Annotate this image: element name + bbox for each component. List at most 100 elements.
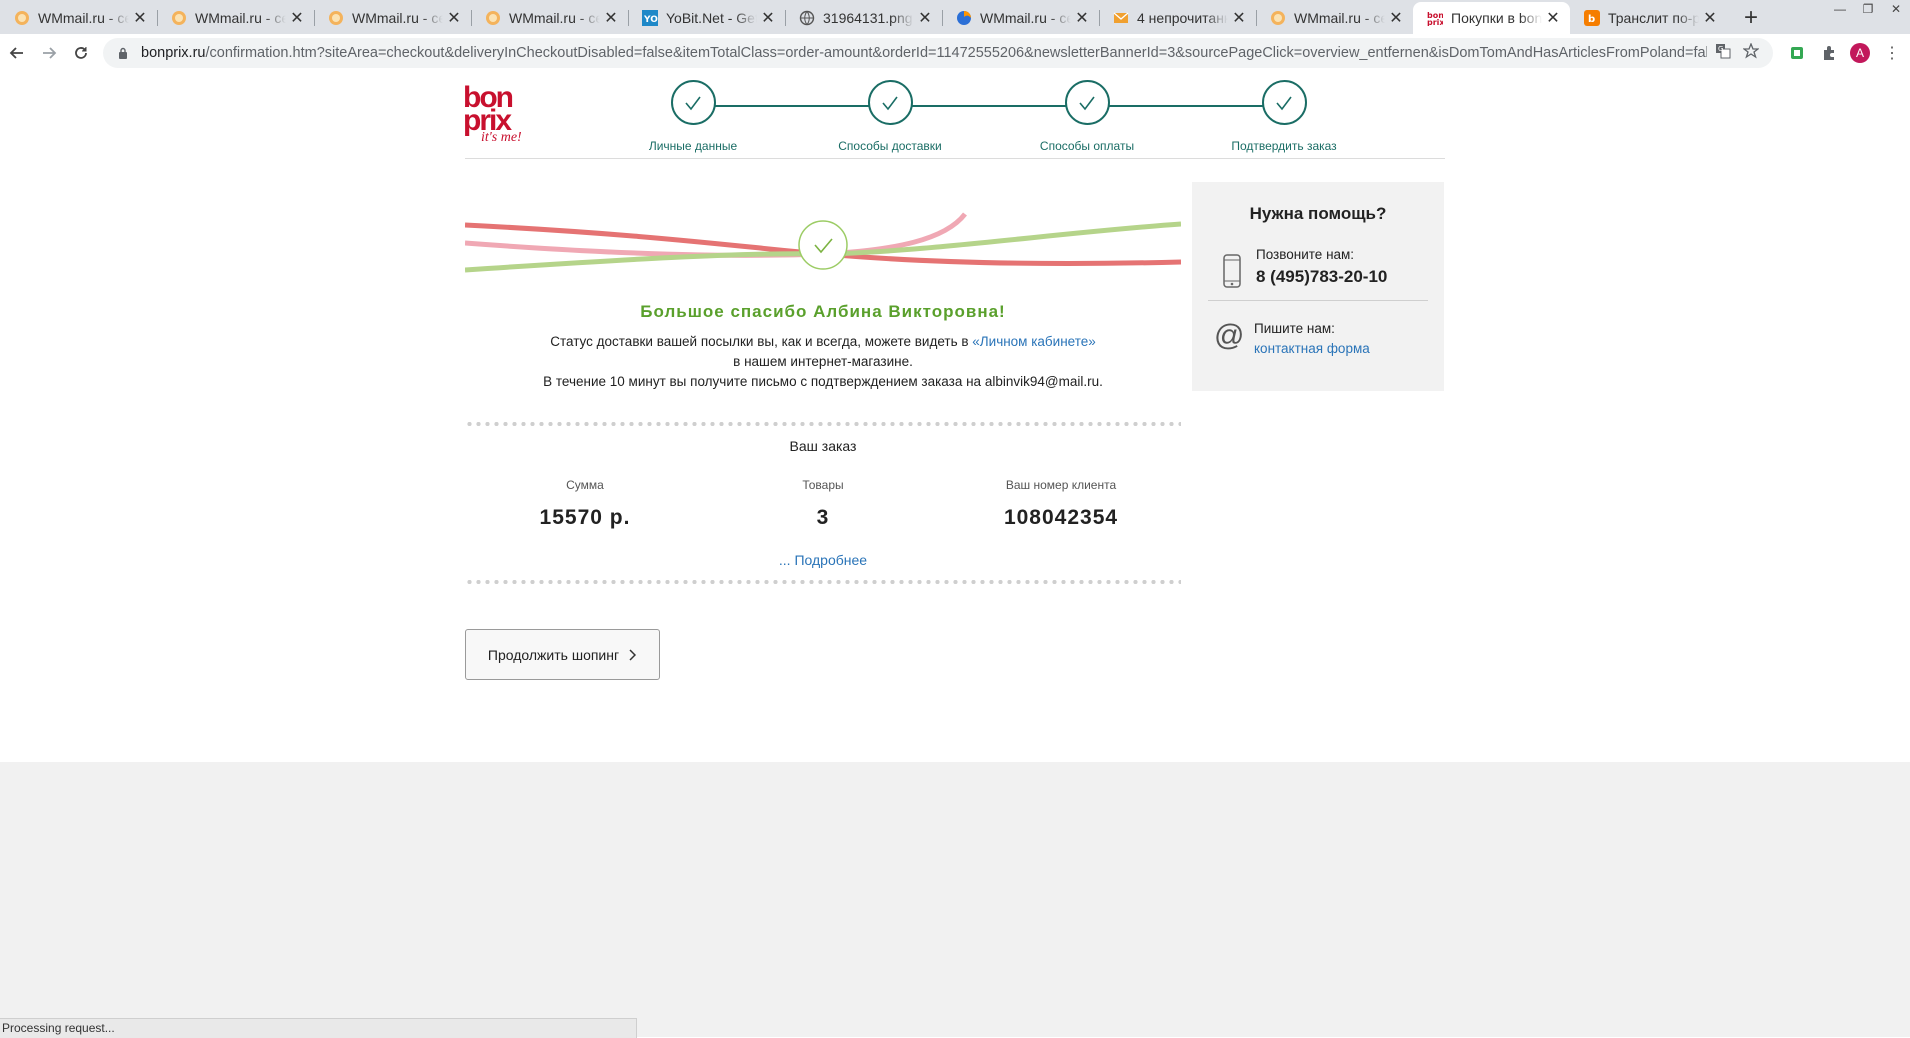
svg-text:G: G [1718, 45, 1723, 53]
order-sum-label: Сумма [566, 478, 604, 492]
browser-tabstrip: WMmail.ru - серв✕WMmail.ru - серв✕WMmail… [0, 0, 1910, 34]
close-tab-icon[interactable]: ✕ [286, 8, 308, 28]
logo-prix: prix [463, 104, 512, 137]
back-icon[interactable] [4, 40, 30, 66]
status-text-2: в нашем интернет-магазине. [733, 354, 913, 369]
tab-title: 31964131.png (5 [823, 10, 914, 26]
tab[interactable]: WMmail.ru - серв✕ [471, 2, 628, 34]
header-divider [465, 158, 1445, 159]
wmmail-favicon-icon [1270, 10, 1286, 26]
bookmark-star-icon[interactable] [1742, 41, 1760, 64]
forward-icon[interactable] [36, 40, 62, 66]
tab[interactable]: 4 непрочитанные✕ [1099, 2, 1256, 34]
tab[interactable]: WMmail.ru - серв✕ [1256, 2, 1413, 34]
close-window-icon[interactable]: ✕ [1882, 0, 1910, 18]
tab-title: 4 непрочитанные [1137, 10, 1228, 26]
page-content [0, 72, 1910, 762]
dotted-divider-bottom [465, 580, 1181, 584]
svg-text:YO: YO [643, 15, 658, 25]
close-tab-icon[interactable]: ✕ [914, 8, 936, 28]
step-label: Личные данные [648, 139, 738, 153]
contact-form-link[interactable]: контактная форма [1254, 341, 1370, 356]
new-tab-button[interactable]: + [1744, 4, 1758, 32]
order-details-link[interactable]: ... Подробнее [465, 552, 1181, 568]
confirmation-hero-graphic [465, 212, 1181, 273]
close-tab-icon[interactable]: ✕ [757, 8, 779, 28]
tab[interactable]: WMmail.ru - серв✕ [157, 2, 314, 34]
globe-icon [799, 10, 815, 26]
status-text: Статус доставки вашей посылки вы, как и … [550, 334, 973, 349]
svg-text:b: b [1588, 14, 1595, 25]
url-text: bonprix.ru/confirmation.htm?siteArea=che… [141, 45, 1707, 61]
tab-active[interactable]: bonprix Покупки в bonpr✕ [1413, 2, 1570, 34]
wmmail-favicon-icon [485, 10, 501, 26]
tab[interactable]: b Транслит по-рус✕ [1570, 2, 1727, 34]
restore-icon[interactable]: ❐ [1854, 0, 1882, 18]
wmmail-favicon-icon [328, 10, 344, 26]
continue-shopping-button[interactable]: Продолжить шопинг [465, 629, 660, 680]
order-sum-value: 15570 р. [539, 506, 631, 529]
tab-title: WMmail.ru - серв [195, 10, 286, 26]
tab[interactable]: 31964131.png (5✕ [785, 2, 942, 34]
hero-check-circle [798, 220, 848, 270]
email-notice-text: В течение 10 минут вы получите письмо с … [543, 374, 985, 389]
close-tab-icon[interactable]: ✕ [1071, 8, 1093, 28]
order-items-label: Товары [802, 478, 844, 492]
client-number-value: 108042354 [1003, 506, 1119, 529]
checkout-step: Способы доставки [810, 80, 970, 153]
order-summary-title: Ваш заказ [789, 438, 857, 454]
close-tab-icon[interactable]: ✕ [1385, 8, 1407, 28]
menu-kebab-icon[interactable]: ⋮ [1882, 43, 1902, 63]
checkout-steps: Личные данные Способы доставки Способы опл… [630, 80, 1337, 154]
url-host: bonprix.ru [141, 45, 206, 61]
close-tab-icon[interactable]: ✕ [1542, 8, 1564, 28]
logo-slogan: it's me! [481, 130, 522, 145]
checkout-step: Способы оплаты [1007, 80, 1167, 153]
extensions-puzzle-icon[interactable] [1819, 43, 1839, 63]
dotted-divider-top [465, 422, 1181, 426]
window-controls: — ❐ ✕ [1826, 0, 1910, 18]
close-tab-icon[interactable]: ✕ [600, 8, 622, 28]
order-items: Товары 3 [703, 478, 943, 530]
lock-icon [119, 47, 127, 59]
bonprix-logo[interactable]: bon prix it's me! [463, 83, 533, 150]
close-tab-icon[interactable]: ✕ [129, 8, 151, 28]
extension-green-icon[interactable] [1787, 43, 1807, 63]
continue-shopping-label: Продолжить шопинг [487, 646, 620, 663]
address-bar[interactable]: bonprix.ru/confirmation.htm?siteArea=che… [103, 38, 1773, 68]
customer-email: albinvik94@mail.ru [984, 374, 1100, 389]
help-phone-number[interactable]: 8 (495)783-20-10 [1256, 267, 1387, 287]
step-complete-icon [1261, 80, 1307, 125]
tab-title: WMmail.ru - серв [980, 10, 1071, 26]
tab[interactable]: WMmail.ru - серв✕ [314, 2, 471, 34]
tab-title: WMmail.ru - серв [509, 10, 600, 26]
checkout-step: Личные данные [613, 80, 773, 153]
step-label: Способы оплаты [1039, 139, 1135, 153]
bonprix-favicon-icon: bon prix [1427, 10, 1443, 26]
minimize-icon[interactable]: — [1826, 0, 1854, 18]
step-complete-icon [867, 80, 913, 125]
profile-avatar[interactable]: A [1850, 43, 1870, 63]
personal-account-link[interactable]: «Личном кабинете» [972, 334, 1095, 349]
chevron-right-icon [629, 648, 637, 661]
close-tab-icon[interactable]: ✕ [443, 8, 465, 28]
wmmail-favicon-icon [171, 10, 187, 26]
reload-icon[interactable] [68, 40, 94, 66]
step-label: Способы доставки [838, 139, 942, 153]
browser-status-bar: Processing request... [0, 1018, 637, 1038]
tab[interactable]: YO YoBit.Net - Get 1✕ [628, 2, 785, 34]
mail-favicon-icon [1113, 10, 1129, 26]
close-tab-icon[interactable]: ✕ [1228, 8, 1250, 28]
translate-icon[interactable]: G [1715, 43, 1731, 64]
tab-title: Покупки в bonpr [1451, 10, 1542, 26]
help-divider [1208, 300, 1428, 301]
close-tab-icon[interactable]: ✕ [1699, 8, 1721, 28]
at-sign-icon: @ [1214, 319, 1245, 352]
blogger-favicon-icon: b [1584, 10, 1600, 26]
tab-title: WMmail.ru - серв [1294, 10, 1385, 26]
tab-title: WMmail.ru - серв [352, 10, 443, 26]
tab[interactable]: WMmail.ru - серв✕ [0, 2, 157, 34]
url-path: /confirmation.htm?siteArea=checkout&deli… [205, 45, 1707, 61]
client-number: Ваш номер клиента 108042354 [941, 478, 1181, 530]
tab[interactable]: WMmail.ru - серв✕ [942, 2, 1099, 34]
